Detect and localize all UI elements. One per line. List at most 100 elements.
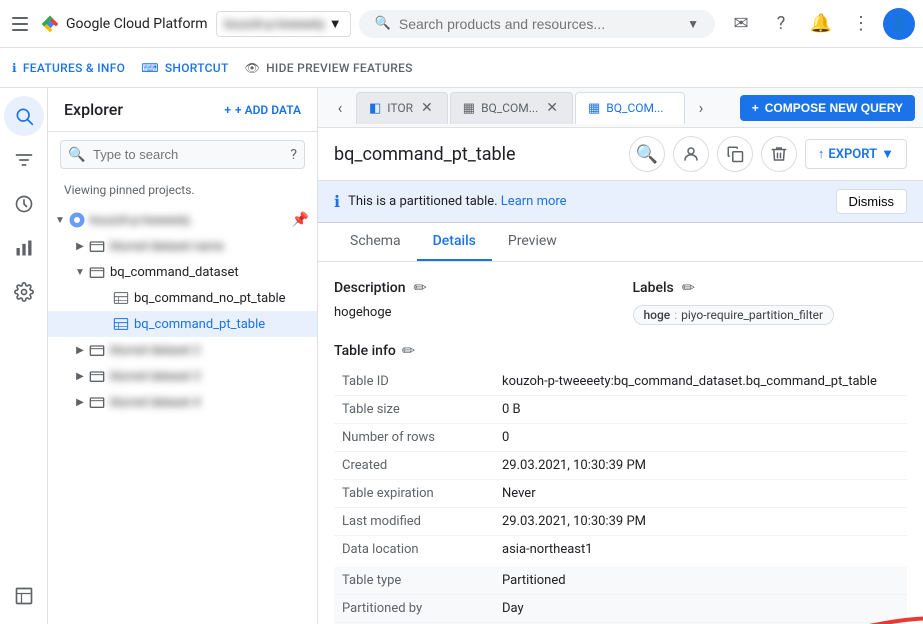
tree-toggle-b1[interactable]: ▶ — [72, 238, 88, 254]
tree-toggle-b4[interactable]: ▶ — [72, 394, 88, 410]
eye-slash-icon: 👁 — [245, 61, 261, 75]
label-key: hoge — [644, 308, 671, 322]
tree-blurred-item-3[interactable]: ▶ blurred dataset 3 — [48, 363, 317, 389]
table-share-button[interactable] — [673, 136, 709, 172]
tab-bq1-label: BQ_COM... — [481, 101, 538, 115]
dismiss-button[interactable]: Dismiss — [836, 189, 908, 214]
tree-bq-command-dataset[interactable]: ▼ bq_command_dataset — [48, 259, 317, 285]
tab-bq1[interactable]: ▦ BQ_COM... ✕ — [450, 92, 573, 124]
labels-title-text: Labels — [633, 280, 674, 296]
compose-query-button[interactable]: + COMPOSE NEW QUERY — [740, 95, 915, 121]
tab-prev-button[interactable]: ‹ — [326, 94, 354, 122]
hide-preview-label: HIDE PREVIEW FEATURES — [266, 61, 413, 75]
sidebar-icon-search[interactable] — [4, 96, 44, 136]
more-options-icon-button[interactable]: ⋮ — [843, 6, 879, 42]
export-dropdown-icon: ▼ — [881, 146, 894, 162]
learn-more-link[interactable]: Learn more — [501, 194, 567, 209]
sidebar-icon-filter[interactable] — [4, 140, 44, 180]
tab-bq1-close[interactable]: ✕ — [544, 100, 560, 116]
table-delete-button[interactable] — [761, 136, 797, 172]
banner-text: This is a partitioned table. Learn more — [348, 194, 827, 209]
row-key-part-by: Partitioned by — [334, 595, 494, 623]
table-icon-pt — [112, 315, 130, 333]
table-header: bq_command_pt_table 🔍 ↑ EXPORT ▼ — [318, 128, 923, 181]
global-search-bar[interactable]: 🔍 ▼ — [359, 10, 715, 38]
tree-blurred-item-4[interactable]: ▶ blurred dataset 4 — [48, 389, 317, 415]
table-title: bq_command_pt_table — [334, 144, 617, 165]
banner-info-icon: ℹ — [334, 192, 340, 211]
explorer-header: Explorer + + ADD DATA — [48, 88, 317, 132]
row-key-created: Created — [334, 452, 494, 480]
project-selector[interactable]: kouzoh-p-tweeeety ▼ — [216, 11, 351, 37]
second-bar: ℹ FEATURES & INFO ⌨ SHORTCUT 👁 HIDE PREV… — [0, 48, 923, 88]
table-copy-button[interactable] — [717, 136, 753, 172]
blurred-label-1: blurred dataset name — [110, 239, 309, 253]
table-search-button[interactable]: 🔍 — [629, 136, 665, 172]
labels-edit-icon[interactable]: ✏ — [682, 278, 695, 297]
export-button[interactable]: ↑ EXPORT ▼ — [805, 139, 907, 169]
sidebar-icon-settings[interactable] — [4, 272, 44, 312]
sidebar-icon-history[interactable] — [4, 184, 44, 224]
tab-preview[interactable]: Preview — [492, 223, 573, 261]
pt-table-label: bq_command_pt_table — [134, 317, 309, 332]
tree-blurred-item-2[interactable]: ▶ blurred dataset 2 — [48, 337, 317, 363]
tab-next-button[interactable]: › — [687, 94, 715, 122]
tab-editor-icon: ◧ — [369, 101, 381, 116]
description-edit-icon[interactable]: ✏ — [414, 278, 427, 297]
search-icon: 🔍 — [375, 16, 391, 31]
table-info-edit-icon[interactable]: ✏ — [402, 341, 415, 360]
main-layout: Explorer + + ADD DATA 🔍 ? Viewing pinned… — [0, 88, 923, 624]
explorer-search: 🔍 ? — [60, 140, 305, 169]
row-val-data-location: asia-northeast1 — [494, 536, 907, 564]
table-row-type: Table type Partitioned — [334, 567, 907, 595]
table-row: Table expiration Never — [334, 480, 907, 508]
partitioned-table: Table type Partitioned Partitioned by Da… — [334, 567, 907, 624]
row-key-last-modified: Last modified — [334, 508, 494, 536]
avatar[interactable]: 👤 — [883, 8, 915, 40]
menu-button[interactable] — [8, 12, 32, 36]
tab-bq2-icon: ▦ — [588, 101, 600, 116]
tab-editor-label: ITOR — [387, 101, 413, 115]
add-data-button[interactable]: + + ADD DATA — [224, 103, 301, 117]
shortcut-button[interactable]: ⌨ SHORTCUT — [141, 61, 228, 75]
add-icon: + — [224, 103, 231, 117]
help-icon[interactable]: ? — [290, 147, 297, 163]
hide-preview-button[interactable]: 👁 HIDE PREVIEW FEATURES — [245, 61, 413, 75]
search-input[interactable] — [399, 16, 679, 32]
blurred-label-3: blurred dataset 3 — [110, 369, 309, 383]
explorer-search-input[interactable] — [60, 140, 305, 169]
sidebar-icon-table[interactable] — [4, 576, 44, 616]
tree-toggle-root[interactable]: ▼ — [52, 212, 68, 228]
viewing-text: Viewing pinned projects. — [48, 177, 317, 203]
tree-toggle-dataset[interactable]: ▼ — [72, 264, 88, 280]
project-dropdown-icon: ▼ — [329, 16, 342, 32]
content-tabs: Schema Details Preview — [318, 223, 923, 262]
table-row-partitioned-by: Partitioned by Day — [334, 595, 907, 623]
tab-editor-close[interactable]: ✕ — [419, 100, 435, 116]
tree-toggle-b2[interactable]: ▶ — [72, 342, 88, 358]
row-val-table-type: Partitioned — [494, 567, 907, 595]
table-info-table: Table ID kouzoh-p-tweeeety:bq_command_da… — [334, 368, 907, 563]
help-icon-button[interactable]: ? — [763, 6, 799, 42]
table-icon-no-pt — [112, 289, 130, 307]
features-info-button[interactable]: ℹ FEATURES & INFO — [12, 61, 125, 75]
mail-icon-button[interactable]: ✉ — [723, 6, 759, 42]
tree-bq-pt-table[interactable]: bq_command_pt_table — [48, 311, 317, 337]
blurred-item-icon-3 — [88, 367, 106, 385]
tree: ▼ kouzoh-p-tweeeety 📌 ▶ blurred dataset … — [48, 203, 317, 624]
tree-blurred-item-1[interactable]: ▶ blurred dataset name — [48, 233, 317, 259]
tab-bq2[interactable]: ▦ BQ_COM... — [575, 92, 685, 124]
row-key-table-size: Table size — [334, 396, 494, 424]
description-title-text: Description — [334, 280, 406, 296]
tab-editor[interactable]: ◧ ITOR ✕ — [356, 92, 448, 124]
sidebar-icon-analytics[interactable] — [4, 228, 44, 268]
tree-toggle-b3[interactable]: ▶ — [72, 368, 88, 384]
tree-project-root[interactable]: ▼ kouzoh-p-tweeeety 📌 — [48, 207, 317, 233]
tab-schema[interactable]: Schema — [334, 223, 417, 261]
content-area: ‹ ◧ ITOR ✕ ▦ BQ_COM... ✕ ▦ BQ_COM... › + — [318, 88, 923, 624]
tree-bq-no-pt-table[interactable]: bq_command_no_pt_table — [48, 285, 317, 311]
brand-name: Google Cloud Platform — [66, 16, 208, 32]
description-value: hogehoge — [334, 305, 609, 320]
tab-details[interactable]: Details — [417, 223, 492, 261]
notifications-icon-button[interactable]: 🔔 — [803, 6, 839, 42]
